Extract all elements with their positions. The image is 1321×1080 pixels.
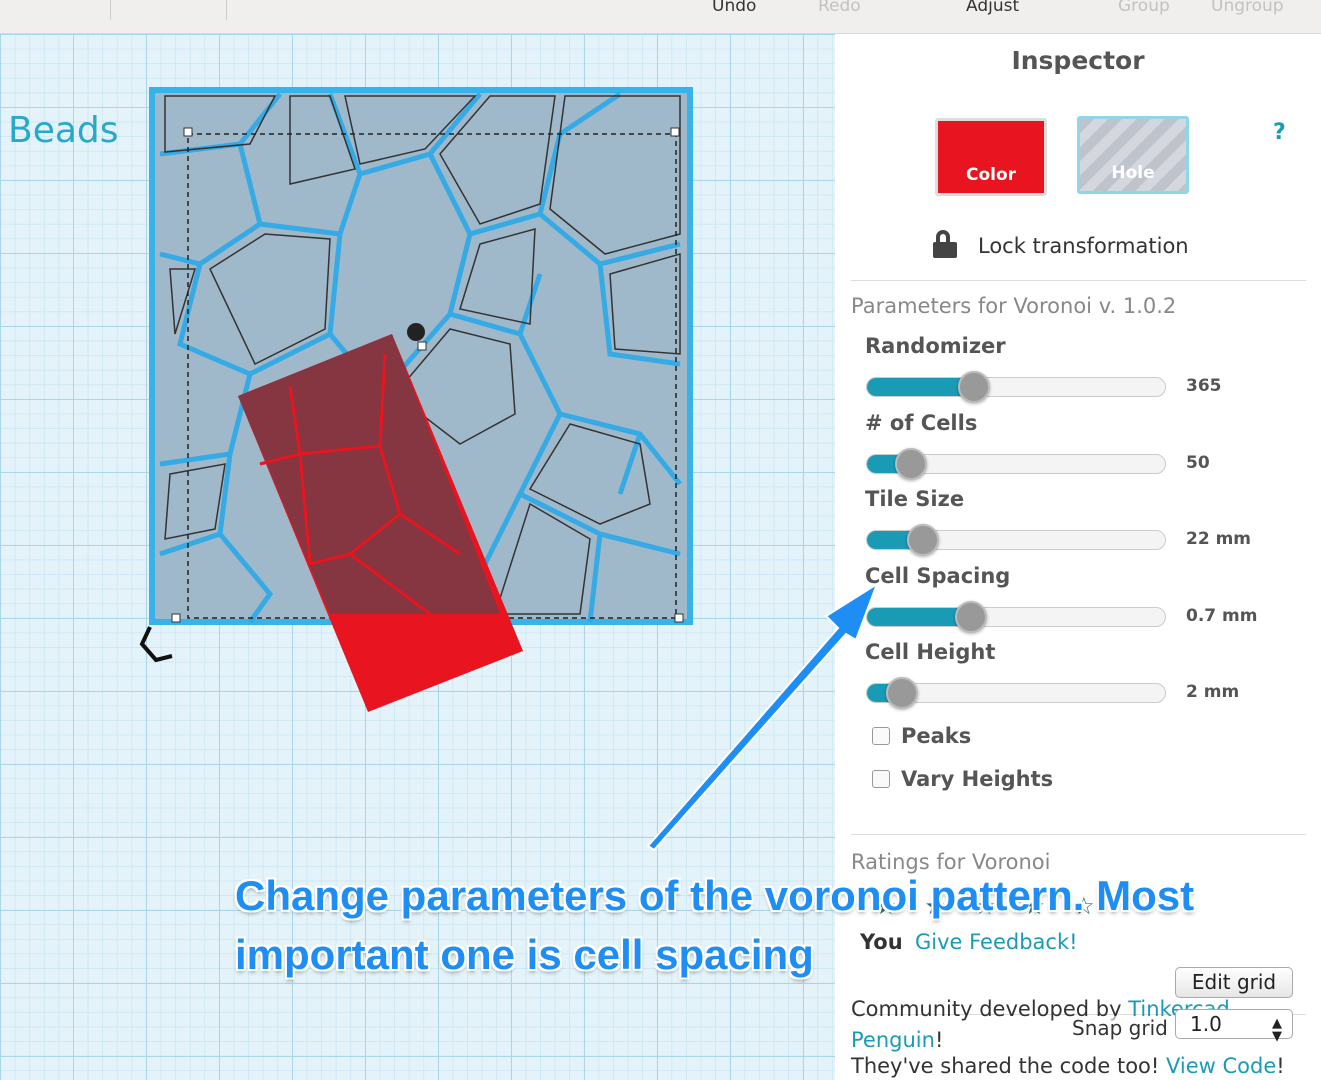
annotation-caption: Change parameters of the voronoi pattern… xyxy=(235,866,1194,984)
slider-thumb[interactable] xyxy=(958,371,990,403)
divider xyxy=(110,0,111,20)
rotate-handle-icon[interactable] xyxy=(139,626,173,663)
view-code-link[interactable]: View Code xyxy=(1166,1054,1276,1078)
param-value: 22 mm xyxy=(1186,529,1252,549)
undo-button[interactable]: Undo xyxy=(712,0,756,16)
param-value: 50 xyxy=(1186,453,1210,473)
hole-label: Hole xyxy=(1111,163,1155,183)
divider xyxy=(851,834,1306,835)
slider-thumb[interactable] xyxy=(886,677,918,709)
caption-line-2: important one is cell spacing xyxy=(235,931,814,978)
checkbox-label[interactable]: Peaks xyxy=(901,724,971,748)
param-value: 2 mm xyxy=(1186,682,1240,702)
params-heading: Parameters for Voronoi v. 1.0.2 xyxy=(851,294,1177,318)
param-label: Randomizer xyxy=(865,334,1006,358)
group-button[interactable]: Group xyxy=(1118,0,1170,16)
slider-thumb[interactable] xyxy=(955,601,987,633)
color-button[interactable]: Color xyxy=(935,118,1047,196)
hole-button[interactable]: Hole xyxy=(1077,116,1189,194)
param-slider[interactable] xyxy=(866,607,1166,627)
snap-grid-value: 1.0 xyxy=(1190,1012,1222,1036)
param-slider[interactable] xyxy=(866,377,1166,397)
param-value: 365 xyxy=(1186,376,1222,396)
adjust-button[interactable]: Adjust xyxy=(966,0,1019,16)
param-label: Cell Spacing xyxy=(865,564,1011,588)
help-icon[interactable]: ? xyxy=(1273,120,1286,145)
checkbox-label[interactable]: Vary Heights xyxy=(901,767,1053,791)
punct: ! xyxy=(1276,1054,1285,1078)
ungroup-button[interactable]: Ungroup xyxy=(1211,0,1284,16)
checkbox[interactable] xyxy=(872,727,890,745)
lock-open-icon[interactable] xyxy=(933,230,957,258)
param-label: Cell Height xyxy=(865,640,996,664)
slider-thumb[interactable] xyxy=(895,448,927,480)
snap-grid-label: Snap grid xyxy=(1072,1016,1168,1040)
lock-transformation-label[interactable]: Lock transformation xyxy=(978,234,1189,258)
divider xyxy=(226,0,227,20)
divider xyxy=(851,280,1306,281)
shared-code-line: They've shared the code too! View Code! xyxy=(851,1054,1285,1078)
toolbar: Undo Redo Adjust Group Ungroup xyxy=(0,0,1321,34)
caption-line-1: Change parameters of the voronoi pattern… xyxy=(235,872,1195,919)
param-value: 0.7 mm xyxy=(1186,606,1258,626)
param-label: Tile Size xyxy=(865,487,965,511)
checkbox[interactable] xyxy=(872,770,890,788)
slider-thumb[interactable] xyxy=(907,524,939,556)
inspector-title: Inspector xyxy=(1011,46,1145,75)
shared-text: They've shared the code too! xyxy=(851,1054,1166,1078)
punct: ! xyxy=(934,1028,944,1052)
redo-button[interactable]: Redo xyxy=(818,0,861,16)
snap-grid-select[interactable]: 1.0 ▲ ▼ xyxy=(1175,1009,1293,1043)
param-label: # of Cells xyxy=(865,411,978,435)
select-arrows-icon: ▲ ▼ xyxy=(1272,1016,1282,1044)
color-label: Color xyxy=(965,165,1017,185)
